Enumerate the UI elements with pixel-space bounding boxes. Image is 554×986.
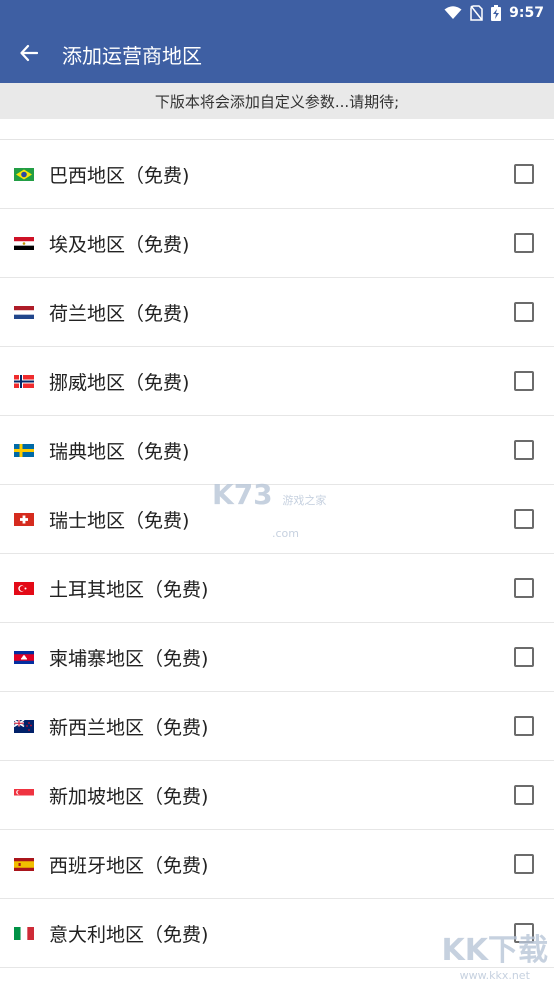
- region-row-singapore[interactable]: 新加坡地区（免费): [0, 761, 554, 830]
- switzerland-flag-icon: [14, 512, 34, 526]
- region-label: 瑞士地区（免费): [49, 509, 190, 532]
- region-row-spain[interactable]: 西班牙地区（免费): [0, 830, 554, 899]
- turkey-flag-icon: [14, 581, 34, 595]
- region-label: 西班牙地区（免费): [49, 854, 209, 877]
- arrow-left-icon: [20, 44, 39, 66]
- wifi-icon: [444, 6, 462, 20]
- region-checkbox[interactable]: [514, 716, 534, 736]
- singapore-flag-icon: [14, 788, 34, 802]
- app-bar: 添加运营商地区: [0, 26, 554, 83]
- region-row-brazil[interactable]: 巴西地区（免费): [0, 140, 554, 209]
- region-checkbox[interactable]: [514, 923, 534, 943]
- region-row-new-zealand[interactable]: 新西兰地区（免费): [0, 692, 554, 761]
- cambodia-flag-icon: [14, 650, 34, 664]
- sweden-flag-icon: [14, 443, 34, 457]
- region-checkbox[interactable]: [514, 440, 534, 460]
- region-row-norway[interactable]: 挪威地区（免费): [0, 347, 554, 416]
- region-label: 新加坡地区（免费): [49, 785, 209, 808]
- egypt-flag-icon: [14, 236, 34, 250]
- no-sim-icon: [470, 5, 483, 21]
- clock: 9:57: [509, 5, 544, 21]
- region-row-egypt[interactable]: 埃及地区（免费): [0, 209, 554, 278]
- region-row-cambodia[interactable]: 柬埔寨地区（免费): [0, 623, 554, 692]
- brazil-flag-icon: [14, 167, 34, 181]
- region-label: 新西兰地区（免费): [49, 716, 209, 739]
- region-row-netherlands[interactable]: 荷兰地区（免费): [0, 278, 554, 347]
- italy-flag-icon: [14, 926, 34, 940]
- region-checkbox[interactable]: [514, 164, 534, 184]
- region-checkbox[interactable]: [514, 233, 534, 253]
- region-row-switzerland[interactable]: 瑞士地区（免费): [0, 485, 554, 554]
- region-label: 巴西地区（免费): [49, 164, 190, 187]
- battery-charging-icon: [491, 5, 502, 21]
- region-label: 荷兰地区（免费): [49, 302, 190, 325]
- status-bar: 9:57: [0, 0, 554, 26]
- region-label: 意大利地区（免费): [49, 923, 209, 946]
- region-checkbox[interactable]: [514, 647, 534, 667]
- region-checkbox[interactable]: [514, 371, 534, 391]
- netherlands-flag-icon: [14, 305, 34, 319]
- page-title: 添加运营商地区: [62, 44, 202, 68]
- region-label: 瑞典地区（免费): [49, 440, 190, 463]
- region-checkbox[interactable]: [514, 854, 534, 874]
- region-label: 埃及地区（免费): [49, 233, 190, 256]
- back-button[interactable]: [0, 26, 58, 83]
- region-label: 柬埔寨地区（免费): [49, 647, 209, 670]
- spain-flag-icon: [14, 857, 34, 871]
- new-zealand-flag-icon: [14, 719, 34, 733]
- region-label: 挪威地区（免费): [49, 371, 190, 394]
- region-checkbox[interactable]: [514, 509, 534, 529]
- region-row-sweden[interactable]: 瑞典地区（免费): [0, 416, 554, 485]
- notice-banner: 下版本将会添加自定义参数...请期待;: [0, 83, 554, 119]
- region-checkbox[interactable]: [514, 578, 534, 598]
- region-label: 土耳其地区（免费): [49, 578, 209, 601]
- region-row-italy[interactable]: 意大利地区（免费): [0, 899, 554, 968]
- region-list: 巴西地区（免费) 埃及地区（免费) 荷兰地区（免费) 挪威地区（免费) 瑞典地区…: [0, 139, 554, 968]
- norway-flag-icon: [14, 374, 34, 388]
- region-checkbox[interactable]: [514, 785, 534, 805]
- region-checkbox[interactable]: [514, 302, 534, 322]
- region-row-turkey[interactable]: 土耳其地区（免费): [0, 554, 554, 623]
